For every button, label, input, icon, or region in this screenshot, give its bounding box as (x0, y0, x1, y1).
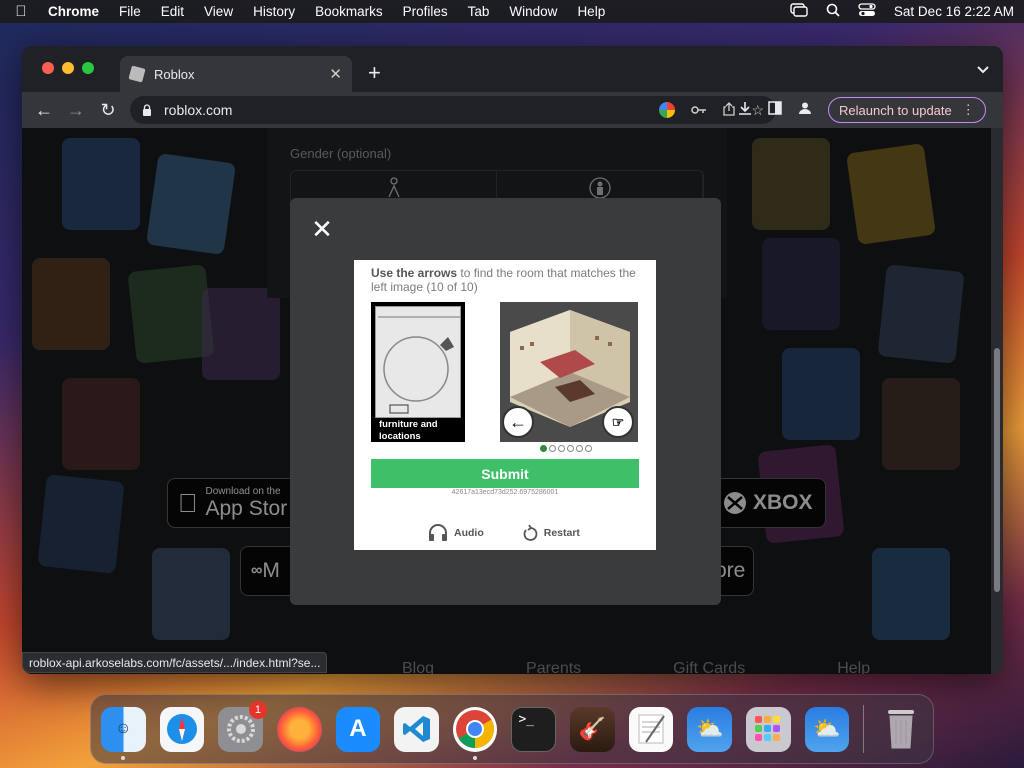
weather-icon-2[interactable]: ⛅ (804, 706, 850, 752)
apple-menu-icon[interactable]:  (10, 3, 32, 20)
chrome-window: Roblox ✕ + ← → ↻ roblox.com ☆ Relaunch t… (22, 46, 1003, 674)
menu-file[interactable]: File (119, 4, 141, 19)
menu-app-name[interactable]: Chrome (48, 4, 99, 19)
progress-dot (558, 445, 565, 452)
tab-strip: Roblox ✕ + (22, 46, 1003, 92)
macos-dock: ☺ 1 A >_ 🎸 ⛅ ⛅ (90, 694, 934, 764)
dock-separator (863, 705, 865, 753)
progress-dot (540, 445, 547, 452)
spotlight-search-icon[interactable] (826, 3, 840, 20)
audio-button[interactable]: Audio (428, 524, 484, 542)
instruction-bold: Use the arrows (371, 266, 458, 280)
room-option-image: ← ☞ (500, 302, 638, 442)
reference-image: furniture and locations (371, 302, 465, 442)
captcha-instruction: Use the arrows to find the room that mat… (371, 266, 643, 294)
sketch-illustration-icon (378, 316, 460, 414)
progress-dots (540, 445, 592, 452)
screen-mirroring-icon[interactable] (790, 3, 808, 20)
restart-label: Restart (543, 527, 580, 539)
menu-profiles[interactable]: Profiles (403, 4, 448, 19)
progress-dot (549, 445, 556, 452)
lock-icon[interactable] (142, 104, 152, 116)
close-window-button[interactable] (42, 62, 54, 74)
restart-icon (523, 524, 538, 541)
relaunch-label: Relaunch to update (839, 102, 952, 118)
scrollbar-thumb[interactable] (994, 348, 1000, 592)
progress-dot (576, 445, 583, 452)
safari-icon[interactable] (159, 706, 205, 752)
menu-edit[interactable]: Edit (161, 4, 184, 19)
back-arrow-icon[interactable]: ← (28, 100, 60, 121)
menu-window[interactable]: Window (509, 4, 557, 19)
settings-badge: 1 (248, 700, 267, 719)
terminal-icon[interactable]: >_ (511, 706, 557, 752)
minimize-window-button[interactable] (62, 62, 74, 74)
status-url-bubble: roblox-api.arkoselabs.com/fc/assets/.../… (22, 652, 328, 673)
progress-dot (567, 445, 574, 452)
browser-toolbar: ← → ↻ roblox.com ☆ Relaunch to update ⋮ (22, 92, 1003, 128)
chrome-icon[interactable] (452, 706, 498, 760)
tab-search-chevron-icon[interactable] (977, 62, 989, 77)
key-icon[interactable] (691, 102, 707, 118)
url-text[interactable]: roblox.com (164, 102, 232, 118)
address-bar[interactable]: roblox.com ☆ (130, 96, 776, 124)
finder-icon[interactable]: ☺ (101, 706, 146, 760)
roblox-page: Gender (optional)  Download on the App … (22, 128, 991, 674)
menu-history[interactable]: History (253, 4, 295, 19)
google-translate-icon[interactable] (659, 102, 676, 118)
share-icon[interactable] (723, 101, 736, 119)
clock-datetime[interactable]: Sat Dec 16 2:22 AM (894, 4, 1014, 19)
close-tab-icon[interactable]: ✕ (329, 65, 342, 83)
relaunch-to-update-button[interactable]: Relaunch to update ⋮ (828, 97, 986, 123)
previous-arrow-button[interactable]: ← (502, 406, 534, 438)
zoom-window-button[interactable] (82, 62, 94, 74)
garageband-icon[interactable]: 🎸 (570, 706, 615, 752)
captcha-frame: Use the arrows to find the room that mat… (354, 260, 656, 550)
trash-icon[interactable] (878, 707, 923, 752)
next-arrow-button[interactable]: ☞ (602, 406, 634, 438)
menu-view[interactable]: View (204, 4, 233, 19)
audio-label: Audio (454, 527, 484, 539)
restart-button[interactable]: Restart (522, 524, 580, 542)
new-tab-button[interactable]: + (368, 60, 381, 86)
downloads-icon[interactable] (738, 101, 752, 119)
menu-help[interactable]: Help (577, 4, 605, 19)
more-options-icon[interactable]: ⋮ (962, 102, 975, 118)
system-settings-icon[interactable]: 1 (218, 700, 267, 752)
textedit-icon[interactable] (628, 706, 674, 752)
profile-icon[interactable] (798, 101, 812, 119)
captcha-actions: Audio Restart (428, 524, 580, 542)
tab-title: Roblox (154, 66, 195, 82)
launchpad-icon[interactable] (746, 706, 791, 752)
close-icon[interactable]: ✕ (310, 216, 334, 242)
submit-button[interactable]: Submit (371, 459, 639, 488)
macos-menubar:  Chrome File Edit View History Bookmark… (0, 0, 1024, 23)
tab-roblox[interactable]: Roblox ✕ (120, 56, 352, 92)
roblox-favicon-icon (128, 65, 146, 83)
app-store-icon[interactable]: A (335, 706, 381, 752)
menu-bookmarks[interactable]: Bookmarks (315, 4, 383, 19)
reference-sketch (375, 306, 461, 418)
weather-icon[interactable]: ⛅ (687, 706, 733, 752)
firefox-icon[interactable] (276, 706, 322, 752)
reference-caption: furniture and locations (379, 419, 438, 442)
window-controls (42, 62, 94, 74)
captcha-modal: ✕ Use the arrows to find the room that m… (290, 198, 721, 605)
session-id: 42617a13ecd73d252.6975286001 (451, 489, 559, 496)
vscode-icon[interactable] (394, 706, 439, 752)
headphones-icon (429, 524, 447, 541)
menu-tab[interactable]: Tab (468, 4, 490, 19)
page-scrollbar[interactable] (991, 128, 1003, 674)
forward-arrow-icon[interactable]: → (60, 100, 92, 121)
side-panel-icon[interactable] (768, 101, 782, 119)
reload-icon[interactable]: ↻ (92, 100, 124, 121)
control-center-icon[interactable] (858, 3, 876, 20)
progress-dot (585, 445, 592, 452)
